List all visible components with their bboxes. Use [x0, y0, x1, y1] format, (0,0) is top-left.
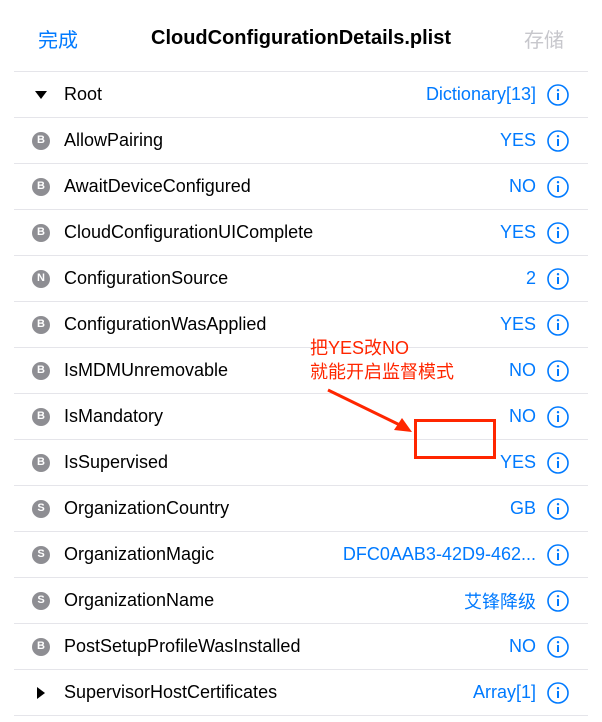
- info-icon[interactable]: [546, 83, 570, 107]
- type-badge: S: [32, 592, 50, 610]
- row-value: YES: [500, 452, 536, 473]
- row-value: NO: [509, 636, 536, 657]
- type-badge: B: [32, 178, 50, 196]
- plist-row[interactable]: S OrganizationCountry GB: [14, 486, 588, 532]
- root-key: Root: [64, 84, 418, 105]
- plist-row[interactable]: B IsSupervised YES: [14, 440, 588, 486]
- row-value: DFC0AAB3-42D9-462...: [343, 544, 536, 565]
- plist-row[interactable]: B IsMandatory NO: [14, 394, 588, 440]
- row-key: IsSupervised: [64, 452, 492, 473]
- type-badge: S: [32, 500, 50, 518]
- done-button[interactable]: 完成: [38, 24, 78, 53]
- row-value: YES: [500, 130, 536, 151]
- plist-row[interactable]: B AwaitDeviceConfigured NO: [14, 164, 588, 210]
- type-badge: B: [32, 454, 50, 472]
- info-icon[interactable]: [546, 129, 570, 153]
- plist-row[interactable]: B CloudConfigurationUIComplete YES: [14, 210, 588, 256]
- root-row[interactable]: Root Dictionary[13]: [14, 72, 588, 118]
- type-badge: S: [32, 546, 50, 564]
- row-value: NO: [509, 176, 536, 197]
- info-icon[interactable]: [546, 681, 570, 705]
- info-icon[interactable]: [546, 175, 570, 199]
- plist-row[interactable]: B ConfigurationWasApplied YES: [14, 302, 588, 348]
- row-value: NO: [509, 360, 536, 381]
- root-value: Dictionary[13]: [426, 84, 536, 105]
- row-key: ConfigurationSource: [64, 268, 518, 289]
- row-key: AwaitDeviceConfigured: [64, 176, 501, 197]
- type-badge: B: [32, 316, 50, 334]
- row-value: 艾锋降级: [464, 588, 536, 614]
- row-key: PostSetupProfileWasInstalled: [64, 636, 501, 657]
- plist-row[interactable]: B AllowPairing YES: [14, 118, 588, 164]
- row-key: ConfigurationWasApplied: [64, 314, 492, 335]
- plist-row[interactable]: B IsMDMUnremovable NO: [14, 348, 588, 394]
- plist-row[interactable]: N ConfigurationSource 2: [14, 256, 588, 302]
- plist-row[interactable]: S OrganizationMagic DFC0AAB3-42D9-462...: [14, 532, 588, 578]
- type-badge: B: [32, 408, 50, 426]
- info-icon[interactable]: [546, 635, 570, 659]
- info-icon[interactable]: [546, 589, 570, 613]
- plist-row[interactable]: B PostSetupProfileWasInstalled NO: [14, 624, 588, 670]
- row-key: OrganizationMagic: [64, 544, 335, 565]
- row-key: AllowPairing: [64, 130, 492, 151]
- info-icon[interactable]: [546, 313, 570, 337]
- type-badge: B: [32, 638, 50, 656]
- info-icon[interactable]: [546, 267, 570, 291]
- row-key: CloudConfigurationUIComplete: [64, 222, 492, 243]
- save-button[interactable]: 存储: [524, 24, 564, 53]
- info-icon[interactable]: [546, 543, 570, 567]
- chevron-right-icon[interactable]: [32, 686, 50, 700]
- type-badge: B: [32, 362, 50, 380]
- info-icon[interactable]: [546, 451, 570, 475]
- info-icon[interactable]: [546, 221, 570, 245]
- row-key: OrganizationName: [64, 590, 456, 611]
- type-badge: B: [32, 224, 50, 242]
- plist-row[interactable]: S OrganizationName 艾锋降级: [14, 578, 588, 624]
- row-value: GB: [510, 498, 536, 519]
- info-icon[interactable]: [546, 359, 570, 383]
- file-title: CloudConfigurationDetails.plist: [78, 27, 524, 50]
- plist-row[interactable]: SupervisorHostCertificates Array[1]: [14, 670, 588, 716]
- row-value: YES: [500, 314, 536, 335]
- info-icon[interactable]: [546, 497, 570, 521]
- row-key: IsMandatory: [64, 406, 501, 427]
- row-value: NO: [509, 406, 536, 427]
- header-bar: 完成 CloudConfigurationDetails.plist 存储: [14, 0, 588, 71]
- plist-list: Root Dictionary[13] B AllowPairing YES B Awa…: [14, 71, 588, 716]
- row-value: Array[1]: [473, 682, 536, 703]
- row-key: OrganizationCountry: [64, 498, 502, 519]
- chevron-down-icon[interactable]: [32, 88, 50, 102]
- row-value: 2: [526, 268, 536, 289]
- row-key: IsMDMUnremovable: [64, 360, 501, 381]
- row-key: SupervisorHostCertificates: [64, 682, 465, 703]
- row-value: YES: [500, 222, 536, 243]
- type-badge: B: [32, 132, 50, 150]
- type-badge: N: [32, 270, 50, 288]
- info-icon[interactable]: [546, 405, 570, 429]
